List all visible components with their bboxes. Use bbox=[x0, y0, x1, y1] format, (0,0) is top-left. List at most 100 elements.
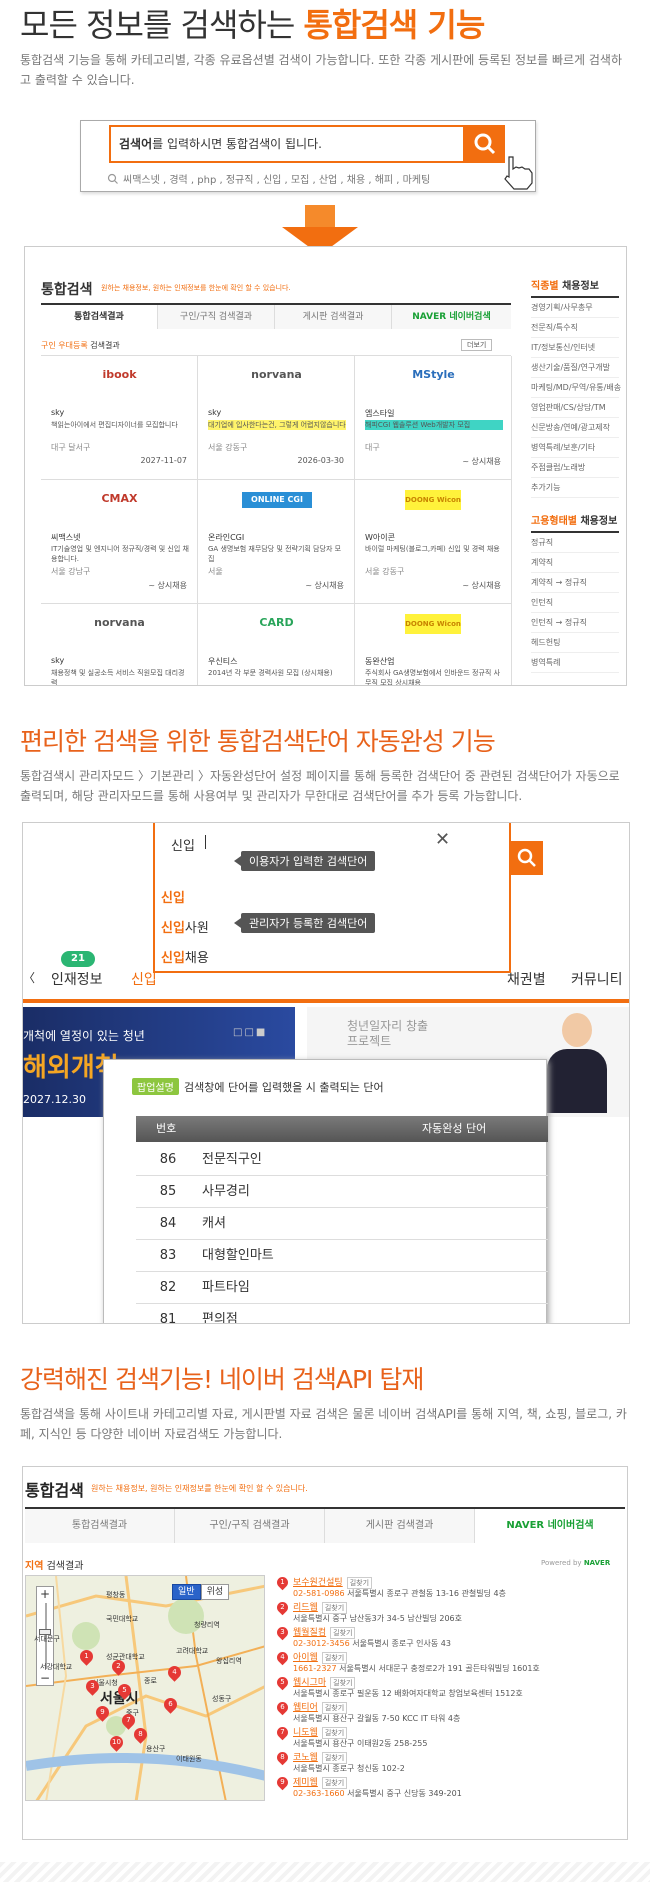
job-card[interactable]: DOONG Wicon W아이콘 바이럴 마케팅(블로그,카페) 신입 및 경력 채… bbox=[355, 480, 512, 604]
company-name: sky bbox=[51, 656, 65, 665]
result-list: 1 보수원건설팅 길찾기 02-581-0986 서울특별시 종로구 관철동 13-1… bbox=[274, 1574, 617, 1835]
result-name[interactable]: 코노웹 길찾기 bbox=[293, 1750, 348, 1764]
job-card[interactable]: DOONG Wicon 동완산업 주식회사 GA생명보험에서 인바운드 정규직 사무… bbox=[355, 604, 512, 685]
result-name[interactable]: 웹티어 길찾기 bbox=[293, 1700, 348, 1714]
result-name[interactable]: 웹시그마 길찾기 bbox=[293, 1675, 356, 1689]
map-pin-icon[interactable]: 9 bbox=[93, 1703, 112, 1722]
tab-jobs[interactable]: 구인/구직 검색결과 bbox=[158, 305, 275, 329]
job-title[interactable]: 책읽는아이에서 편집디자이너를 모집합니다 bbox=[51, 420, 189, 430]
job-card[interactable]: norvana sky 대기업에 입사한다는건, 그렇게 어렵지않습니다 서울 강동구… bbox=[198, 356, 355, 480]
job-location: 서울 강남구 bbox=[51, 567, 91, 576]
side-item[interactable]: 마케팅/MD/무역/유통/배송 bbox=[531, 378, 621, 398]
job-location: 대구 bbox=[365, 443, 380, 452]
result-name[interactable]: 아이웹 길찾기 bbox=[293, 1650, 348, 1664]
result-name[interactable]: 제미웹 길찾기 bbox=[293, 1775, 348, 1789]
tab-board[interactable]: 게시판 검색결과 bbox=[275, 305, 392, 329]
side-item[interactable]: 영업판매/CS/상담/TM bbox=[531, 398, 619, 418]
job-title[interactable]: 대기업에 입사한다는건, 그렇게 어렵지않습니다 bbox=[208, 420, 346, 430]
result-name[interactable]: 리드웹 길찾기 bbox=[293, 1600, 348, 1614]
company-name: 엠스타일 bbox=[365, 409, 395, 418]
side-item[interactable]: 계약직 bbox=[531, 553, 619, 573]
side-item[interactable]: 추가기능 bbox=[531, 478, 619, 498]
ac-search-button[interactable] bbox=[511, 841, 543, 875]
side-item[interactable]: 병역특례 bbox=[531, 653, 619, 673]
job-date: 2027-11-07 bbox=[140, 456, 188, 465]
company-logo: ibook bbox=[102, 368, 137, 381]
side-item[interactable]: 정규직 bbox=[531, 533, 619, 553]
row-number: 81 bbox=[159, 1312, 177, 1324]
side-item[interactable]: 전문직/특수직 bbox=[531, 318, 619, 338]
job-card[interactable]: norvana sky 채용정책 및 실공소득 서비스 직원모집 대리경력 bbox=[41, 604, 198, 685]
tab-total[interactable]: 통합검색결과 bbox=[25, 1509, 175, 1543]
result-pin-icon: 5 bbox=[274, 1674, 291, 1691]
job-title[interactable]: 해피CGI 웹솔루션 Web개발자 모집 bbox=[365, 420, 503, 430]
side-item[interactable]: 인턴직 bbox=[531, 593, 619, 613]
map-normal-button[interactable]: 일반 bbox=[172, 1584, 201, 1600]
map-pin-icon[interactable]: 5 bbox=[115, 1681, 134, 1700]
side-item[interactable]: 신문방송/연예/광고제작 bbox=[531, 418, 619, 438]
keyword-search-icon bbox=[107, 173, 118, 184]
side-item[interactable]: 인턴직 → 정규직 bbox=[531, 613, 619, 633]
side-item[interactable]: 경영기획/사무총무 bbox=[531, 298, 619, 318]
job-card[interactable]: ONLINE CGI 온라인CGI GA 생명보험 재무담당 및 전략기획 담당자 … bbox=[198, 480, 355, 604]
side-item[interactable]: 헤드헌팅 bbox=[531, 633, 619, 653]
hand-cursor-icon bbox=[504, 156, 533, 190]
job-card[interactable]: CARD 우신티스 2014년 각 부문 경력사원 모집 (상시채용) bbox=[198, 604, 355, 685]
row-word: 편의점 bbox=[202, 1312, 238, 1324]
tab-naver[interactable]: NAVER 네이버검색 bbox=[475, 1509, 625, 1543]
side-item[interactable]: IT/정보통신/인터넷 bbox=[531, 338, 619, 358]
job-title[interactable]: 2014년 각 부문 경력사원 모집 (상시채용) bbox=[208, 668, 346, 678]
map-pin-icon[interactable]: 4 bbox=[165, 1663, 184, 1682]
region-map[interactable]: + − 일반 위성 평창동 국민대학교 성균관대학교 서울시청 고려대학교 청량리역 서강대학… bbox=[25, 1575, 265, 1801]
map-satellite-button[interactable]: 위성 bbox=[200, 1584, 230, 1600]
job-card[interactable]: ibook sky 책읽는아이에서 편집디자이너를 모집합니다 대구 달서구 2027-… bbox=[41, 356, 198, 480]
suggestion-2[interactable]: 신입사원 bbox=[161, 917, 209, 936]
company-name: 씨맥스넷 bbox=[51, 533, 81, 542]
side-item[interactable]: 주점클럽/노래방 bbox=[531, 458, 619, 478]
more-button[interactable]: 더보기 bbox=[461, 339, 493, 351]
map-pin-icon[interactable]: 6 bbox=[161, 1695, 180, 1714]
nav-item-community[interactable]: 커뮤니티 bbox=[571, 969, 623, 989]
map-pin-icon[interactable]: 7 bbox=[119, 1711, 138, 1730]
nav-item-talent[interactable]: 인재정보 bbox=[51, 969, 103, 989]
job-card[interactable]: MStyle 엠스타일 해피CGI 웹솔루션 Web개발자 모집 대구 ~ 상시채용 bbox=[355, 356, 512, 480]
nav-item-region[interactable]: 채권별 bbox=[507, 969, 546, 989]
tab-jobs[interactable]: 구인/구직 검색결과 bbox=[175, 1509, 325, 1543]
job-title[interactable]: 채용정책 및 실공소득 서비스 직원모집 대리경력 bbox=[51, 668, 189, 685]
suggestion-1[interactable]: 신입 bbox=[161, 887, 185, 906]
tab-total[interactable]: 통합검색결과 bbox=[41, 305, 158, 329]
job-title[interactable]: 바이럴 마케팅(블로그,카페) 신입 및 경력 채용 bbox=[365, 544, 503, 554]
map-pin-icon[interactable]: 8 bbox=[131, 1725, 150, 1744]
map-pin-icon[interactable]: 1 bbox=[77, 1647, 96, 1666]
job-title[interactable]: 주식회사 GA생명보험에서 인바운드 정규직 사무직 모집 상시채용 bbox=[365, 668, 503, 685]
section1-desc: 통합검색 기능을 통해 카테고리별, 각종 유료옵션별 검색이 가능합니다. 또… bbox=[20, 53, 622, 87]
result-item[interactable]: 9 제미웹 길찾기 02-363-1660 서울특별시 중구 신당동 349-201 bbox=[274, 1774, 567, 1805]
result-name[interactable]: 웹월질컴 길찾기 bbox=[293, 1625, 356, 1639]
row-number: 85 bbox=[159, 1184, 177, 1199]
suggestion-3[interactable]: 신입채용 bbox=[161, 947, 209, 966]
job-title[interactable]: GA 생명보험 재무담당 및 전략기획 담당자 모집 bbox=[208, 544, 346, 564]
section3-title: 강력해진 검색기능! 네이버 검색API 탑재 bbox=[20, 1365, 424, 1394]
clear-icon[interactable]: ✕ bbox=[435, 829, 450, 850]
side-item[interactable]: 계약직 → 정규직 bbox=[531, 573, 619, 593]
search-input[interactable]: 검색어를 입력하시면 통합검색이 됩니다. bbox=[109, 125, 465, 163]
map-pin-icon[interactable]: 3 bbox=[83, 1677, 102, 1696]
job-card[interactable]: CMAX 씨맥스넷 IT기술영업 및 엔지니어 정규직/경력 및 신입 채용합니다.… bbox=[41, 480, 198, 604]
tab-board[interactable]: 게시판 검색결과 bbox=[325, 1509, 475, 1543]
tab-naver[interactable]: NAVER 네이버검색 bbox=[392, 305, 511, 329]
side-item[interactable]: 생산기술/품질/연구개발 bbox=[531, 358, 619, 378]
side-item[interactable]: 병역특례/보훈/기타 bbox=[531, 438, 619, 458]
map-place-label: 청량리역 bbox=[194, 1621, 220, 1629]
job-title[interactable]: IT기술영업 및 엔지니어 정규직/경력 및 신입 채용합니다. bbox=[51, 544, 189, 564]
map-pin-icon[interactable]: 10 bbox=[107, 1733, 126, 1752]
help-text: 검색창에 단어를 입력했을 시 출력되는 단어 bbox=[184, 1081, 384, 1094]
map-pin-icon[interactable]: 2 bbox=[109, 1657, 128, 1676]
result-address: 서울특별시 종로구 필운동 12 배화여자대학교 창업보육센터 1512호 bbox=[293, 1689, 523, 1698]
side-list-2: 정규직 계약직 계약직 → 정규직 인턴직 인턴직 → 정규직 헤드헌팅 병역특례 bbox=[531, 533, 619, 673]
result-name[interactable]: 보수원건설팅 길찾기 bbox=[293, 1575, 373, 1589]
result-name[interactable]: 니도웹 길찾기 bbox=[293, 1725, 348, 1739]
company-name: sky bbox=[208, 408, 222, 417]
result-pin-icon: 6 bbox=[274, 1699, 291, 1716]
table-row: 81 편의점 bbox=[136, 1304, 548, 1324]
map-place-label: 서대문구 bbox=[34, 1635, 60, 1643]
